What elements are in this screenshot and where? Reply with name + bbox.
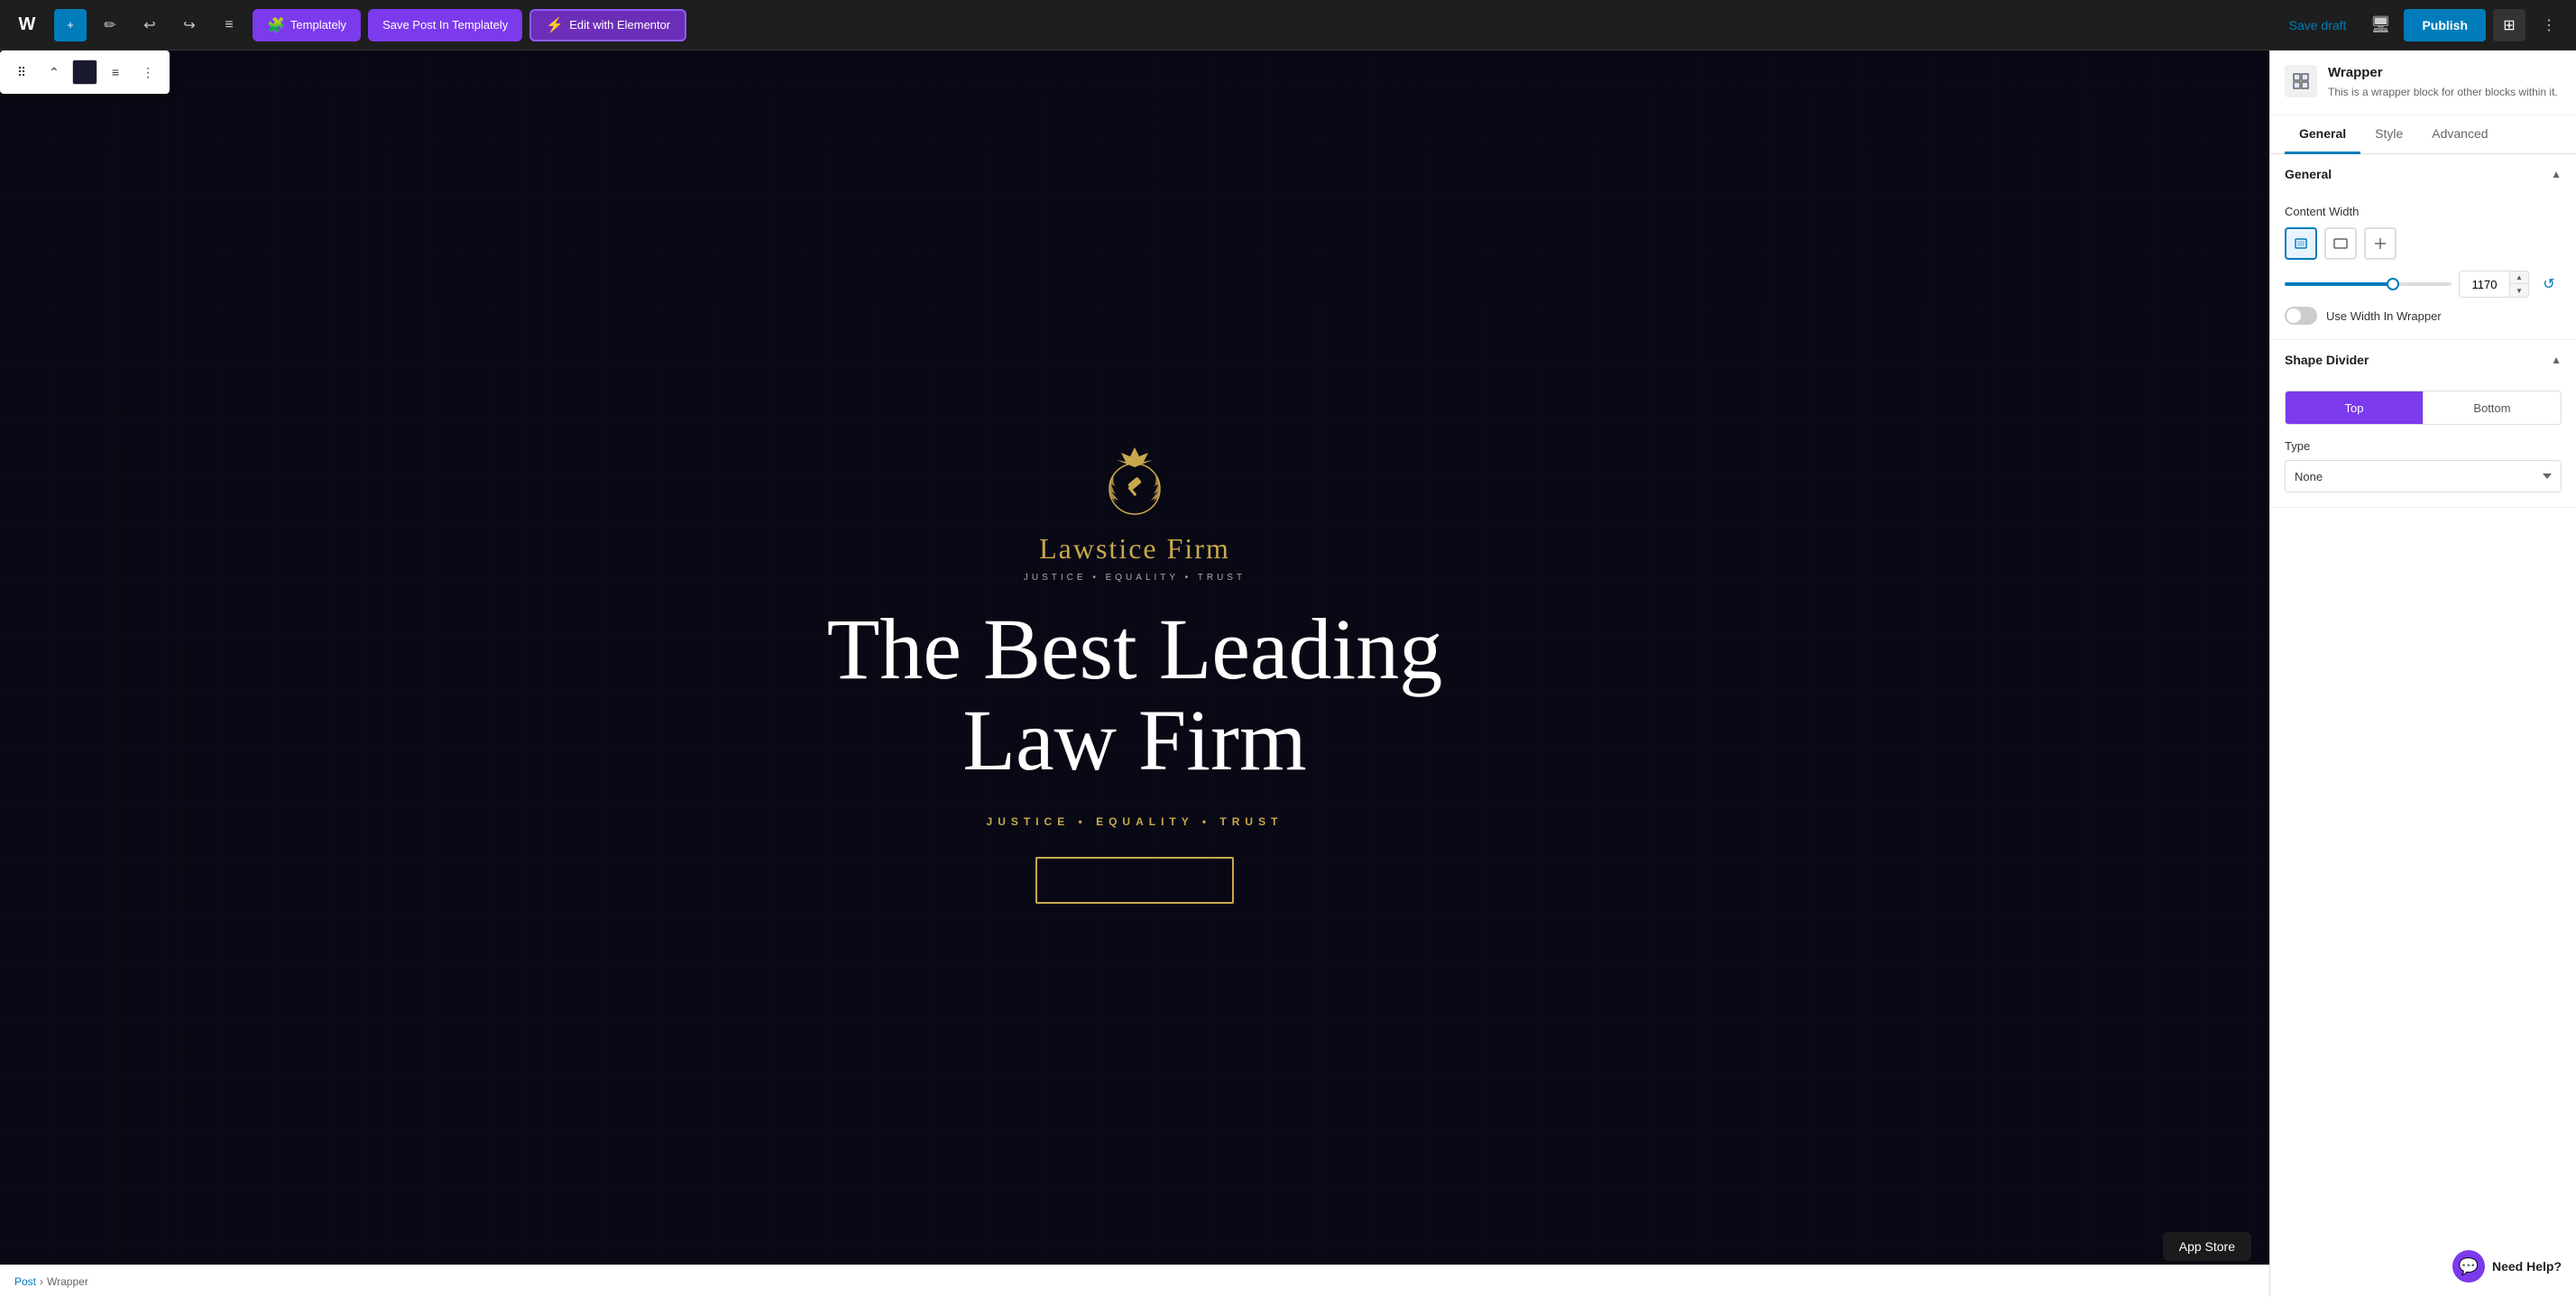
expand-block-button[interactable]: ⌃ — [40, 58, 69, 87]
width-reset-button[interactable]: ↺ — [2536, 271, 2562, 297]
tab-style[interactable]: Style — [2360, 115, 2417, 154]
block-description: This is a wrapper block for other blocks… — [2328, 84, 2558, 100]
hero-subtagline: JUSTICE • EQUALITY • TRUST — [987, 815, 1283, 828]
block-icon — [2285, 65, 2317, 97]
width-option-custom[interactable] — [2364, 227, 2397, 260]
firm-tagline: JUSTICE • EQUALITY • TRUST — [1024, 573, 1246, 583]
tab-general[interactable]: General — [2285, 115, 2360, 154]
edit-with-elementor-button[interactable]: ⚡ Edit with Elementor — [529, 9, 686, 41]
wp-logo: W — [11, 9, 43, 41]
block-info-text: Wrapper This is a wrapper block for othe… — [2328, 65, 2558, 100]
right-panel: Post Block ✕ Wrapper This is a wrapper b… — [2269, 0, 2576, 1297]
hero-cta-button[interactable] — [1035, 857, 1234, 904]
type-label: Type — [2285, 439, 2562, 453]
block-color-swatch[interactable] — [72, 60, 97, 85]
general-section-title: General — [2285, 167, 2332, 181]
hero-content: Lawstice Firm JUSTICE • EQUALITY • TRUST… — [827, 444, 1442, 904]
need-help-icon: 💬 — [2452, 1250, 2485, 1283]
logo-emblem — [1094, 444, 1175, 525]
undo-button[interactable]: ↩ — [133, 9, 166, 41]
breadcrumb: Post › Wrapper — [0, 1265, 2269, 1297]
width-slider[interactable] — [2285, 282, 2452, 286]
block-panel-toggle[interactable]: ⊞ — [2493, 9, 2525, 41]
content-area: ⠿ ⌃ ≡ ⋮ — [0, 51, 2269, 1297]
hero-section: Lawstice Firm JUSTICE • EQUALITY • TRUST… — [0, 51, 2269, 1297]
width-increment-button[interactable]: ▲ — [2510, 271, 2528, 284]
tab-advanced[interactable]: Advanced — [2417, 115, 2502, 154]
content-width-label: Content Width — [2285, 205, 2562, 218]
save-in-templately-button[interactable]: Save Post In Templately — [368, 9, 522, 41]
shape-divider-title: Shape Divider — [2285, 353, 2369, 367]
hero-headline: The Best Leading Law Firm — [827, 604, 1442, 786]
breadcrumb-current: Wrapper — [47, 1275, 88, 1288]
move-block-button[interactable]: ⠿ — [7, 58, 36, 87]
use-width-toggle-row: Use Width In Wrapper — [2285, 307, 2562, 325]
width-input[interactable]: 1170 — [2460, 274, 2509, 295]
width-option-boxed[interactable] — [2285, 227, 2317, 260]
general-section-chevron: ▲ — [2551, 168, 2562, 180]
sub-tabs: General Style Advanced — [2270, 115, 2576, 154]
more-menu-button[interactable]: ⋮ — [2533, 9, 2565, 41]
list-view-button[interactable]: ≡ — [213, 9, 245, 41]
align-block-button[interactable]: ≡ — [101, 58, 130, 87]
shape-divider-chevron: ▲ — [2551, 354, 2562, 366]
block-title: Wrapper — [2328, 65, 2558, 80]
firm-name: Lawstice Firm — [1039, 532, 1230, 566]
shape-divider-section-header[interactable]: Shape Divider ▲ — [2270, 340, 2576, 380]
preview-button[interactable]: 🖥 — [2364, 9, 2397, 41]
breadcrumb-post-link[interactable]: Post — [14, 1275, 36, 1288]
save-draft-button[interactable]: Save draft — [2278, 18, 2358, 32]
shape-divider-tabs: Top Bottom — [2285, 391, 2562, 425]
use-width-toggle[interactable] — [2285, 307, 2317, 325]
block-more-button[interactable]: ⋮ — [133, 58, 162, 87]
width-options — [2285, 227, 2562, 260]
general-section-header[interactable]: General ▲ — [2270, 154, 2576, 194]
publish-button[interactable]: Publish — [2404, 9, 2486, 41]
width-slider-row: 1170 ▲ ▼ ↺ — [2285, 271, 2562, 298]
top-toolbar: W + ✏ ↩ ↪ ≡ 🧩 Templately Save Post In Te… — [0, 0, 2576, 51]
use-width-label: Use Width In Wrapper — [2326, 309, 2442, 323]
block-info: Wrapper This is a wrapper block for othe… — [2270, 51, 2576, 115]
width-decrement-button[interactable]: ▼ — [2510, 284, 2528, 297]
shape-divider-section: Shape Divider ▲ Top Bottom Type None Tri… — [2270, 340, 2576, 508]
redo-button[interactable]: ↪ — [173, 9, 206, 41]
shape-tab-bottom[interactable]: Bottom — [2424, 391, 2561, 424]
width-input-group: 1170 ▲ ▼ — [2459, 271, 2529, 298]
pencil-button[interactable]: ✏ — [94, 9, 126, 41]
templately-button[interactable]: 🧩 Templately — [253, 9, 361, 41]
app-store-badge: App Store — [2163, 1232, 2251, 1261]
need-help-button[interactable]: 💬 Need Help? — [2452, 1250, 2562, 1283]
width-option-full[interactable] — [2324, 227, 2357, 260]
panel-content: General ▲ Content Width — [2270, 154, 2576, 1297]
firm-logo: Lawstice Firm JUSTICE • EQUALITY • TRUST — [1024, 444, 1246, 583]
type-select[interactable]: None Triangle Wave Arrow — [2285, 460, 2562, 492]
add-block-button[interactable]: + — [54, 9, 87, 41]
breadcrumb-separator: › — [40, 1275, 43, 1288]
shape-tab-top[interactable]: Top — [2286, 391, 2424, 424]
block-toolbar: ⠿ ⌃ ≡ ⋮ — [0, 51, 170, 94]
general-section: General ▲ Content Width — [2270, 154, 2576, 340]
need-help-text: Need Help? — [2492, 1259, 2562, 1274]
general-section-body: Content Width — [2270, 194, 2576, 339]
width-stepper: ▲ ▼ — [2509, 271, 2528, 297]
shape-divider-section-body: Top Bottom Type None Triangle Wave Arrow — [2270, 380, 2576, 507]
